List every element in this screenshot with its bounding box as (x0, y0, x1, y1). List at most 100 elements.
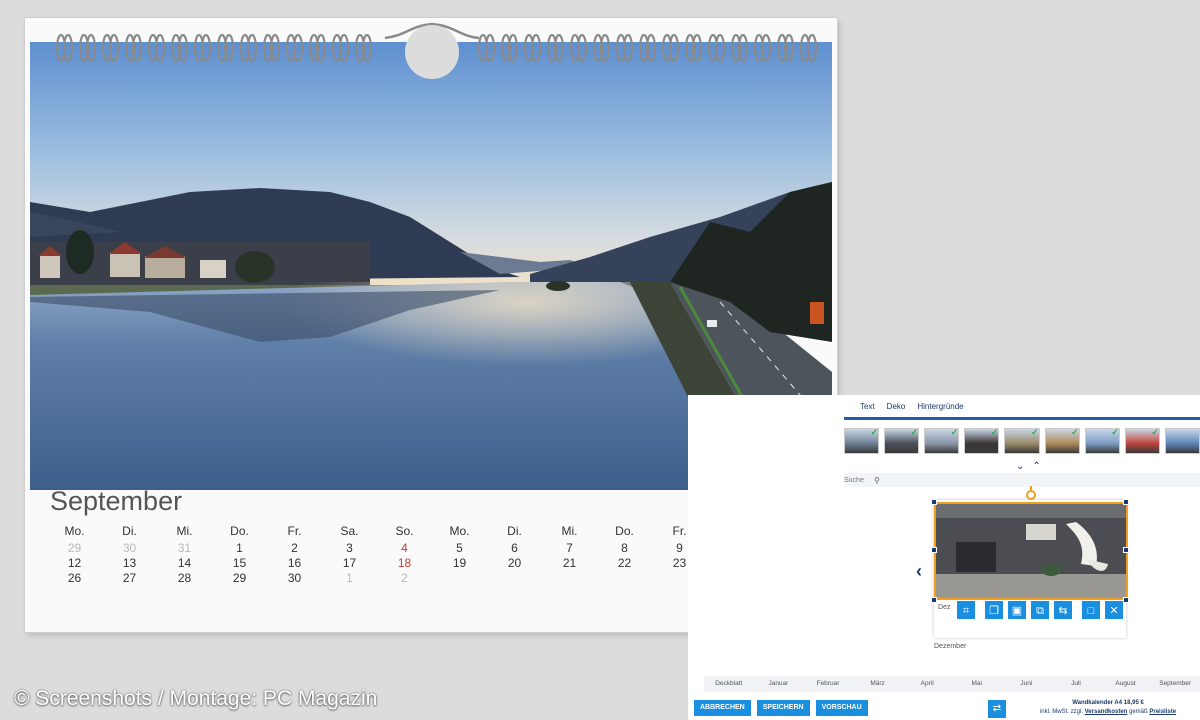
calendar-day: 2 (291, 541, 298, 555)
calendar-day: 1 (346, 571, 353, 585)
duplicate-icon[interactable]: ⧉ (1030, 600, 1050, 620)
calendar-editor-panel: Text Deko Hintergründe ✓ ✓ ✓ ✓ ✓ ✓ ✓ ✓ ⌄ ⌃ ⚲ ‹ (688, 395, 1200, 720)
calendar-day: 21 (562, 556, 577, 570)
calendar-day: 28 (177, 571, 192, 585)
month-tab[interactable]: Juni (1002, 676, 1052, 692)
thumbnail-scroll-controls: ⌄ ⌃ (1016, 461, 1041, 472)
save-button[interactable]: SPEICHERN (756, 700, 810, 716)
calendar-day: 5 (456, 541, 463, 555)
chevron-left-icon[interactable]: ‹ (916, 561, 922, 582)
preview-caption: Dezember (934, 643, 967, 650)
editor-workspace: Text Deko Hintergründe ✓ ✓ ✓ ✓ ✓ ✓ ✓ ✓ ⌄ ⌃ ⚲ ‹ (844, 395, 1200, 720)
photo-thumbnail[interactable]: ✓ (1004, 428, 1040, 454)
photo-thumbnail[interactable]: ✓ (1124, 428, 1160, 454)
photo-thumbnail[interactable] (1164, 428, 1200, 454)
photo-thumbnail[interactable]: ✓ (924, 428, 960, 454)
weekday-header: Mo. (64, 524, 85, 538)
weekday-header: Mo. (449, 524, 470, 538)
photo-toolbar: ⌗ ❐ ▣ ⧉ ⇆ □ ✕ (956, 600, 1124, 620)
close-icon[interactable]: ✕ (1104, 600, 1124, 620)
month-navigation: Deckblatt Januar Februar März April Mai Juni Ju… (704, 676, 1200, 692)
resize-handle-tl[interactable] (931, 499, 937, 505)
weekday-header: Mi. (561, 524, 578, 538)
calendar-day: 18 (397, 556, 412, 570)
resize-handle-tr[interactable] (1123, 499, 1129, 505)
month-tab[interactable]: August (1101, 676, 1151, 692)
month-tab[interactable]: Januar (754, 676, 804, 692)
rotate-handle[interactable] (1026, 490, 1036, 500)
check-icon: ✓ (1031, 428, 1039, 437)
weekday-header: Sa. (340, 524, 359, 538)
price-note-connector: gemäß (1129, 709, 1148, 715)
month-tab[interactable]: Juli (1051, 676, 1101, 692)
calendar-day: 30 (122, 541, 137, 555)
calendar-month-title: September (50, 486, 183, 516)
calendar-day: 15 (232, 556, 247, 570)
cancel-button[interactable]: ABBRECHEN (694, 700, 751, 716)
month-tab[interactable]: Mai (952, 676, 1002, 692)
price-info: Wandkalender A4 18,95 € inkl. MwSt. zzgl… (1018, 699, 1198, 717)
chevron-up-icon[interactable]: ⌃ (1032, 461, 1040, 472)
tab-deko[interactable]: Deko (887, 402, 906, 411)
preview-button[interactable]: VORSCHAU (815, 700, 868, 716)
photo-thumbnail[interactable]: ✓ (1084, 428, 1120, 454)
calendar-day: 30 (287, 571, 302, 585)
product-price: Wandkalender A4 18,95 € (1072, 700, 1144, 706)
photo-icon (1165, 429, 1199, 453)
preview-month-label: Dez (938, 604, 951, 611)
price-list-link[interactable]: Preisliste (1149, 709, 1176, 715)
swap-image-icon[interactable]: ⇆ (1053, 600, 1073, 620)
calendar-day (487, 571, 542, 585)
weekday-header: Do. (615, 524, 634, 538)
calendar-day: 2 (401, 571, 408, 585)
chevron-down-icon[interactable]: ⌄ (1016, 461, 1024, 472)
crop-icon[interactable]: ⌗ (956, 600, 976, 620)
month-tab[interactable]: April (902, 676, 952, 692)
tab-underline (844, 417, 1200, 420)
calendar-day: 31 (177, 541, 192, 555)
month-tab[interactable]: März (853, 676, 903, 692)
check-icon: ✓ (1151, 428, 1159, 437)
calendar-day (597, 571, 652, 585)
photo-thumbnail[interactable]: ✓ (964, 428, 1000, 454)
resize-handle-ml[interactable] (931, 547, 937, 553)
calendar-day: 13 (122, 556, 137, 570)
weekday-header: Do. (230, 524, 249, 538)
photo-thumbnail-strip: ✓ ✓ ✓ ✓ ✓ ✓ ✓ ✓ (844, 428, 1200, 454)
calendar-day: 3 (346, 541, 353, 555)
layer-front-icon[interactable]: ▣ (1007, 600, 1027, 620)
calendar-day: 27 (122, 571, 137, 585)
swap-layout-icon[interactable]: ⇄ (988, 700, 1006, 718)
search-bar: ⚲ (844, 473, 1200, 487)
search-input[interactable] (844, 476, 864, 484)
check-icon: ✓ (1111, 428, 1119, 437)
calendar-day: 14 (177, 556, 192, 570)
photo-thumbnail[interactable]: ✓ (844, 428, 880, 454)
check-icon: ✓ (910, 428, 919, 437)
check-icon: ✓ (870, 428, 879, 437)
tab-text[interactable]: Text (860, 402, 875, 411)
weekday-header: Di. (122, 524, 137, 538)
month-tab[interactable]: Februar (803, 676, 853, 692)
search-icon[interactable]: ⚲ (874, 476, 880, 485)
resize-handle-mr[interactable] (1123, 547, 1129, 553)
shipping-link[interactable]: Versandkosten (1085, 709, 1128, 715)
check-icon: ✓ (990, 428, 999, 437)
calendar-day: 6 (511, 541, 518, 555)
check-icon: ✓ (950, 428, 959, 437)
calendar-day: 22 (617, 556, 632, 570)
tab-hintergruende[interactable]: Hintergründe (917, 402, 963, 411)
selected-photo[interactable] (934, 502, 1128, 600)
resize-handle-bl[interactable] (931, 597, 937, 603)
month-tab[interactable]: September (1150, 676, 1200, 692)
weekday-header: Fr. (287, 524, 302, 538)
calendar-day: 17 (342, 556, 357, 570)
calendar-day: 19 (452, 556, 467, 570)
check-icon: ✓ (1071, 428, 1079, 437)
month-tab[interactable]: Deckblatt (704, 676, 754, 692)
photo-thumbnail[interactable]: ✓ (1044, 428, 1080, 454)
layer-back-icon[interactable]: ❐ (984, 600, 1004, 620)
frame-icon[interactable]: □ (1081, 600, 1101, 620)
calendar-page-preview[interactable]: Dez 2022 ⌗ ❐ ▣ ⧉ ⇆ □ ✕ (931, 486, 1129, 638)
photo-thumbnail[interactable]: ✓ (884, 428, 920, 454)
